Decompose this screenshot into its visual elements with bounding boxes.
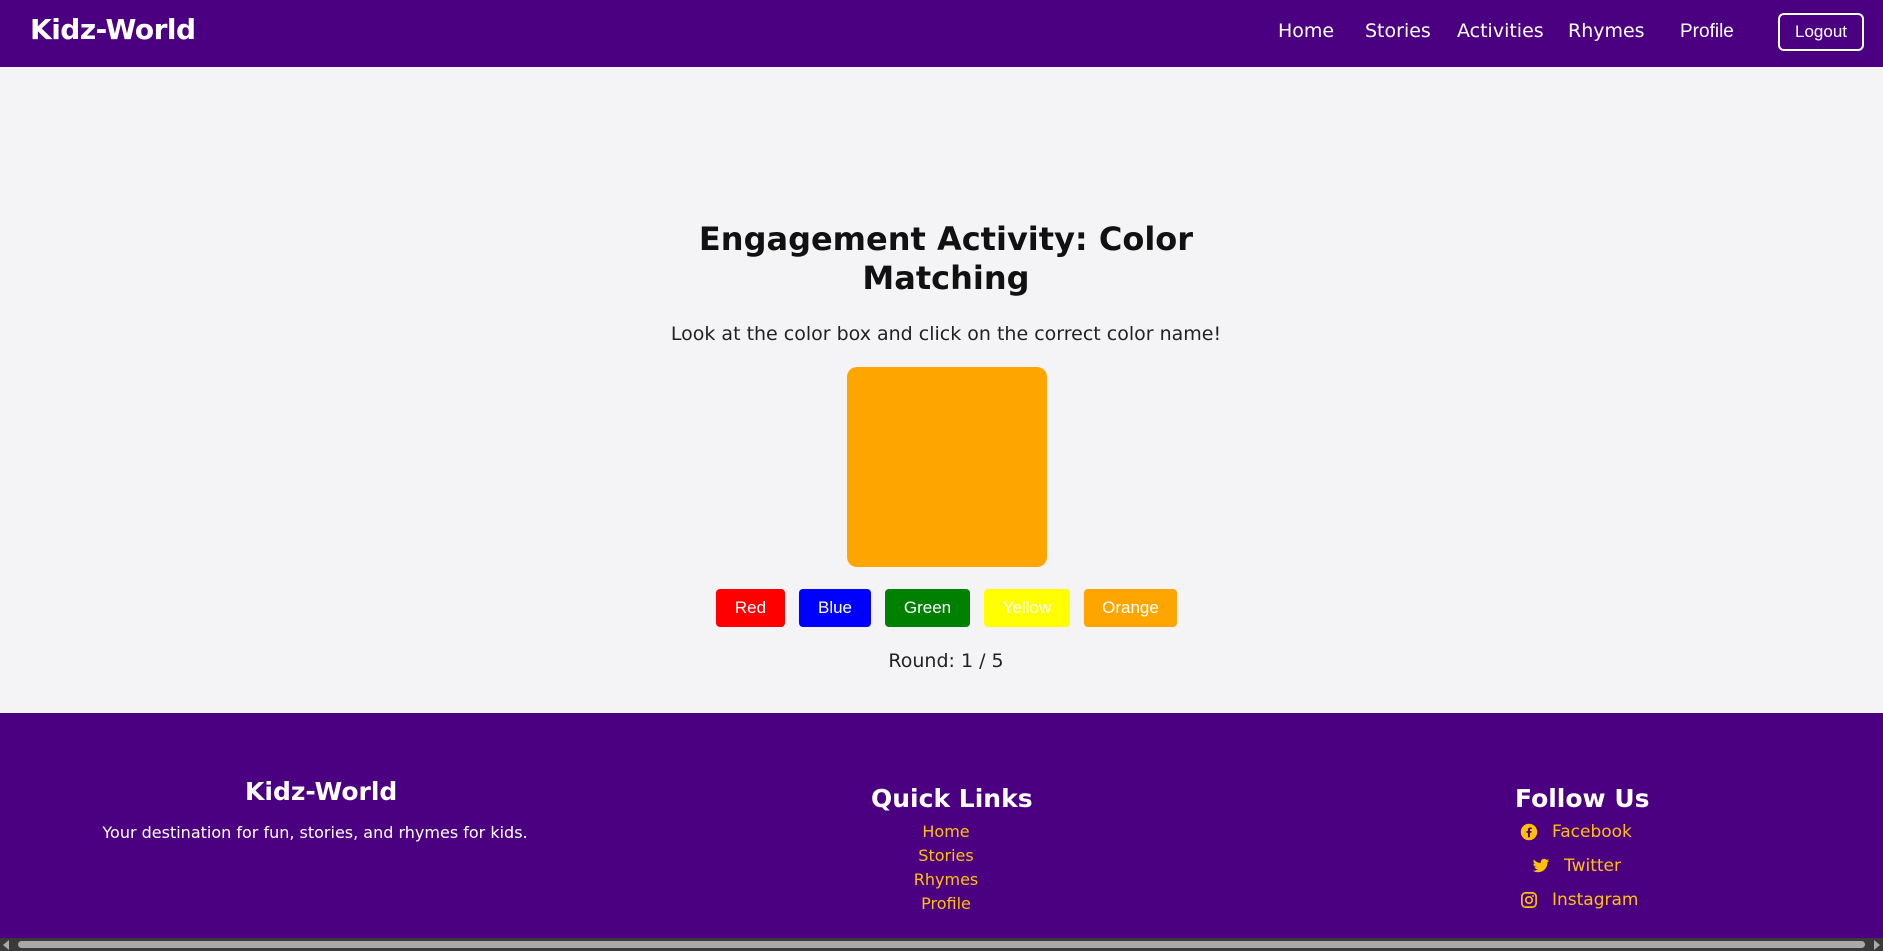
choice-button-yellow[interactable]: Yellow: [984, 589, 1070, 627]
scroll-right-arrow-icon[interactable]: [1874, 940, 1880, 950]
social-link-facebook[interactable]: Facebook: [1520, 822, 1632, 842]
scroll-left-arrow-icon[interactable]: [3, 940, 9, 950]
color-box: [847, 367, 1047, 567]
instagram-label: Instagram: [1552, 890, 1639, 910]
facebook-label: Facebook: [1552, 822, 1632, 842]
page: Kidz-World Home Stories Activities Rhyme…: [0, 0, 1883, 951]
choice-button-orange[interactable]: Orange: [1084, 589, 1177, 627]
quick-links-heading: Quick Links: [871, 784, 1033, 813]
activity-instructions: Look at the color box and click on the c…: [670, 323, 1222, 345]
footer-link-profile[interactable]: Profile: [846, 894, 1046, 913]
nav-link-stories[interactable]: Stories: [1365, 20, 1431, 42]
twitter-label: Twitter: [1564, 856, 1621, 876]
choice-button-red[interactable]: Red: [716, 589, 785, 627]
nav-link-profile[interactable]: Profile: [1680, 21, 1734, 43]
social-link-twitter[interactable]: Twitter: [1532, 856, 1621, 876]
horizontal-scrollbar[interactable]: [0, 938, 1883, 951]
footer-brand: Kidz-World: [245, 777, 398, 806]
follow-us-heading: Follow Us: [1515, 784, 1650, 813]
scrollbar-thumb[interactable]: [18, 941, 1865, 948]
twitter-icon: [1532, 858, 1550, 873]
activity-title: Engagement Activity: Color Matching: [698, 220, 1194, 297]
choice-button-blue[interactable]: Blue: [799, 589, 871, 627]
nav-link-home[interactable]: Home: [1278, 20, 1334, 42]
choice-button-green[interactable]: Green: [885, 589, 970, 627]
social-link-instagram[interactable]: Instagram: [1520, 890, 1639, 910]
footer-tagline: Your destination for fun, stories, and r…: [102, 823, 528, 842]
instagram-icon: [1521, 892, 1537, 908]
facebook-icon: [1520, 823, 1538, 841]
nav-link-rhymes[interactable]: Rhymes: [1568, 20, 1645, 42]
footer-link-stories[interactable]: Stories: [846, 846, 1046, 865]
footer: Kidz-World Your destination for fun, sto…: [0, 713, 1883, 938]
site-logo[interactable]: Kidz-World: [30, 13, 196, 46]
footer-link-rhymes[interactable]: Rhymes: [846, 870, 1046, 889]
nav-link-activities[interactable]: Activities: [1457, 20, 1544, 42]
logout-button[interactable]: Logout: [1778, 13, 1864, 51]
round-counter: Round: 1 / 5: [888, 650, 1004, 672]
navbar: Kidz-World Home Stories Activities Rhyme…: [0, 0, 1883, 67]
footer-link-home[interactable]: Home: [846, 822, 1046, 841]
